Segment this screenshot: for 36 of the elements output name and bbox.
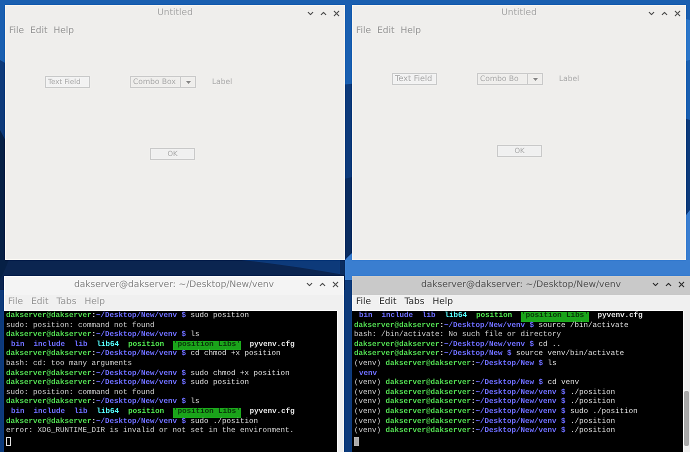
text-field[interactable]: Text Field — [392, 73, 437, 85]
minimize-icon[interactable] — [647, 9, 656, 18]
maximize-icon[interactable] — [319, 9, 328, 18]
menu-item[interactable]: Edit — [30, 25, 48, 39]
menu-item[interactable]: Tabs — [404, 296, 424, 310]
menu-item[interactable]: File — [9, 25, 24, 39]
menu-item[interactable]: Help — [432, 296, 453, 310]
window-title: Untitled — [501, 7, 537, 20]
menu-item[interactable]: Edit — [31, 296, 48, 310]
minimize-icon[interactable] — [306, 9, 315, 18]
text-cursor — [6, 437, 11, 446]
menu-item[interactable]: Edit — [379, 296, 396, 310]
close-icon[interactable] — [332, 9, 341, 18]
menu-item[interactable]: Help — [84, 296, 105, 310]
window-title: dakserver@dakserver: ~/Desktop/New/venv — [421, 278, 621, 292]
scrollbar[interactable] — [683, 311, 690, 452]
menu-item[interactable]: File — [356, 25, 372, 39]
maximize-icon[interactable] — [660, 9, 669, 18]
window-title: dakserver@dakserver: ~/Desktop/New/venv — [74, 278, 274, 292]
menu-item[interactable]: Help — [54, 25, 74, 39]
menu-item[interactable]: File — [8, 296, 24, 310]
window-title: Untitled — [157, 7, 193, 20]
close-icon[interactable] — [673, 9, 682, 18]
maximize-icon[interactable] — [664, 280, 673, 289]
text-cursor — [354, 437, 359, 446]
menu-item[interactable]: File — [356, 296, 372, 310]
maximize-icon[interactable] — [318, 280, 327, 289]
scrollbar[interactable] — [337, 311, 344, 452]
menu-item[interactable]: Help — [400, 25, 422, 39]
minimize-icon[interactable] — [651, 280, 660, 289]
close-icon[interactable] — [677, 280, 686, 289]
scrollbar-thumb[interactable] — [684, 391, 689, 446]
minimize-icon[interactable] — [305, 280, 314, 289]
menu-item[interactable]: Edit — [377, 25, 394, 39]
menu-item[interactable]: Tabs — [56, 296, 76, 310]
close-icon[interactable] — [331, 280, 340, 289]
